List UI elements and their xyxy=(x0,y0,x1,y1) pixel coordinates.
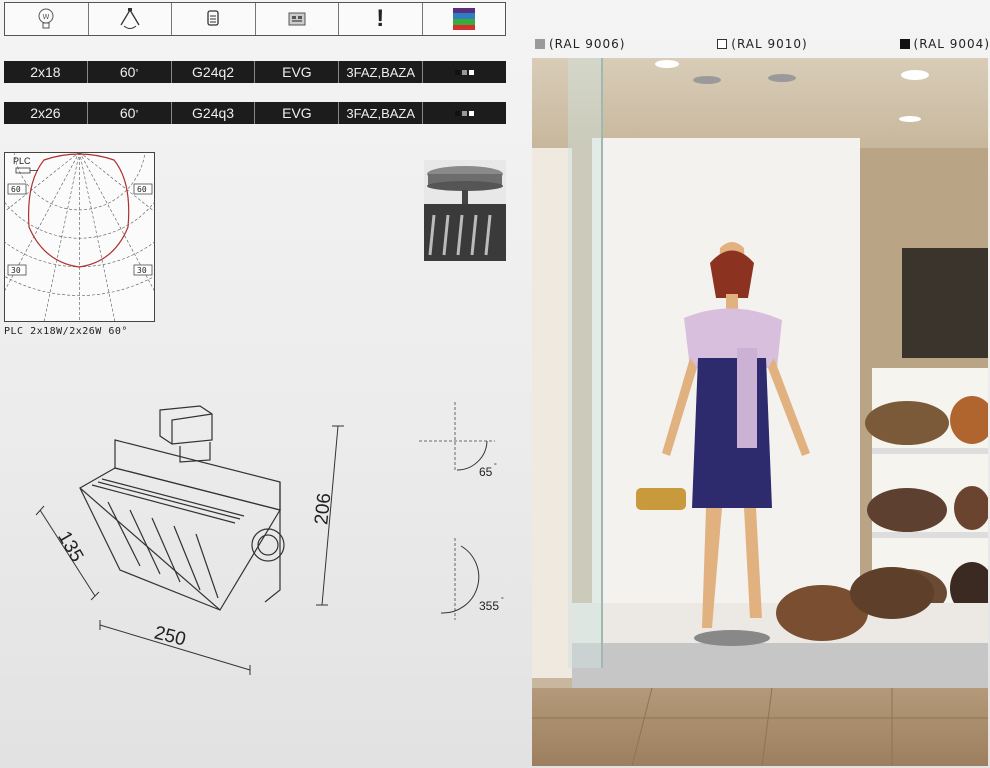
color-swatch-icon-cell xyxy=(423,3,506,35)
bulb-icon-cell: W xyxy=(5,3,89,35)
svg-text:°: ° xyxy=(501,596,504,604)
spec-mount: 3FAZ,BAZA xyxy=(339,102,424,124)
ballast-icon-cell xyxy=(256,3,339,35)
warning-icon-cell: ! xyxy=(339,3,423,35)
spec-socket: G24q3 xyxy=(172,102,256,124)
socket-icon xyxy=(207,10,219,26)
spec-power: 2x18 xyxy=(4,61,88,83)
spec-row: 2x18 60 ° G24q2 EVG 3FAZ,BAZA xyxy=(4,61,506,83)
spec-color-swatches xyxy=(423,61,506,83)
polar-lamp-label: PLC xyxy=(13,156,31,166)
polar-label-60-left: 60 xyxy=(11,185,21,194)
spec-gear: EVG xyxy=(255,102,340,124)
polar-label-30-left: 30 xyxy=(11,266,21,275)
finish-swatch xyxy=(899,39,910,49)
finish-options: (RAL 9006) (RAL 9010) (RAL 9004) xyxy=(535,36,990,52)
svg-text:°: ° xyxy=(494,462,497,470)
spec-gear: EVG xyxy=(255,61,340,83)
beam-angle-icon-cell xyxy=(89,3,172,35)
rotation-angle-label: 355 xyxy=(479,599,499,613)
finish-label: (RAL 9010) xyxy=(731,37,808,51)
polar-label-30-right: 30 xyxy=(137,266,147,275)
spec-angle: 60 ° xyxy=(88,61,172,83)
finish-label: (RAL 9006) xyxy=(549,37,626,51)
warning-icon: ! xyxy=(376,5,385,32)
spec-angle: 60 ° xyxy=(88,102,172,124)
spec-power: 2x26 xyxy=(4,102,88,124)
polar-diagram: PLC 60 60 30 30 xyxy=(4,152,155,322)
svg-text:W: W xyxy=(43,13,50,21)
finish-swatch xyxy=(717,39,728,49)
ballast-icon xyxy=(288,12,306,26)
color-swatch-icon xyxy=(452,8,475,30)
beam-angle-icon xyxy=(120,8,140,29)
finish-swatch xyxy=(535,39,545,49)
polar-label-60-right: 60 xyxy=(137,185,147,194)
spec-row: 2x26 60 ° G24q3 EVG 3FAZ,BAZA xyxy=(4,102,506,124)
finish-label: (RAL 9004) xyxy=(913,37,990,51)
fixture-photo xyxy=(424,160,506,261)
tilt-angle-label: 65 xyxy=(479,465,493,479)
polar-caption: PLC 2x18W/2x26W 60° xyxy=(4,326,128,337)
finish-ral-9010: (RAL 9010) xyxy=(717,36,807,52)
socket-icon-cell xyxy=(172,3,256,35)
rotation-diagrams: 65 ° 355 ° xyxy=(419,402,504,620)
shop-window-photo xyxy=(532,58,988,766)
finish-ral-9006: (RAL 9006) xyxy=(535,36,625,52)
bulb-icon: W xyxy=(38,8,54,29)
spec-color-swatches xyxy=(423,102,506,124)
spec-mount: 3FAZ,BAZA xyxy=(339,61,424,83)
dimension-height: 206 xyxy=(311,492,336,526)
spec-socket: G24q2 xyxy=(172,61,256,83)
icon-header-row: W ! xyxy=(4,2,506,36)
finish-ral-9004: (RAL 9004) xyxy=(899,36,990,52)
